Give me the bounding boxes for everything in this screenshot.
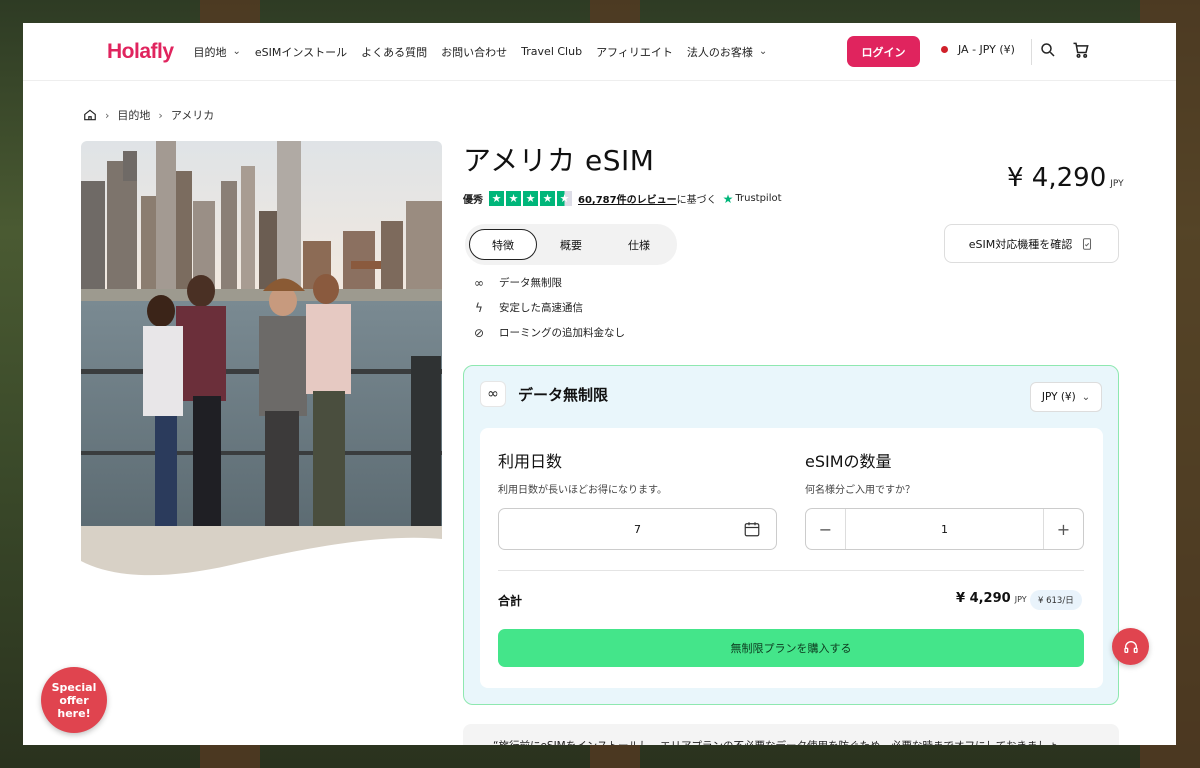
nav-affiliate[interactable]: アフィリエイト — [596, 44, 673, 60]
language-currency-selector[interactable]: JA - JPY (¥) — [941, 43, 1015, 56]
chevron-down-icon: ⌄ — [232, 46, 241, 57]
main-nav: 目的地 ⌄ eSIMインストール よくある質問 お問い合わせ Travel Clu… — [194, 44, 782, 60]
device-check-icon — [1083, 237, 1092, 250]
product-tabs: 特徴 概要 仕様 — [465, 224, 677, 265]
holafly-logo[interactable]: Holafly — [107, 40, 174, 64]
trustpilot-star-icon: ★ — [722, 191, 734, 206]
chevron-right-icon: › — [105, 108, 110, 122]
quantity-stepper: − 1 + — [805, 508, 1084, 550]
headset-icon — [1123, 640, 1138, 653]
home-icon[interactable] — [83, 108, 97, 122]
star-icon: ★ — [506, 191, 521, 206]
feature-list: ∞ データ無制限 ϟ 安定した高速通信 ⊘ ローミングの追加料金なし — [471, 275, 625, 340]
qty-label: eSIMの数量 — [805, 452, 892, 471]
star-icon: ★ — [523, 191, 538, 206]
product-price: ¥ 4,290 JPY — [1007, 163, 1124, 193]
trustpilot-logo[interactable]: ★ Trustpilot — [723, 192, 782, 206]
chevron-down-icon: ⌄ — [758, 46, 768, 57]
chevron-right-icon: › — [158, 108, 163, 122]
nav-contact[interactable]: お問い合わせ — [441, 44, 507, 60]
plan-header: ∞ データ無制限 — [480, 381, 608, 407]
nav-esim-install[interactable]: eSIMインストール — [255, 44, 347, 60]
half-star-icon: ★ — [557, 191, 572, 206]
days-label: 利用日数 — [498, 452, 563, 471]
check-compatibility-button[interactable]: eSIM対応機種を確認 — [944, 224, 1119, 263]
total-price: ¥ 4,290 JPY — [956, 591, 1027, 606]
currency-select[interactable]: JPY (¥) ⌄ — [1030, 382, 1102, 412]
site-header: Holafly 目的地 ⌄ eSIMインストール よくある質問 お問い合わせ Tr… — [23, 23, 1176, 81]
special-offer-button[interactable]: Special offer here! — [41, 667, 107, 733]
star-icon: ★ — [489, 191, 504, 206]
increase-quantity-button[interactable]: + — [1043, 509, 1083, 549]
per-day-badge: ¥ 613/日 — [1030, 590, 1082, 610]
decrease-quantity-button[interactable]: − — [806, 509, 846, 549]
product-hero-photo — [81, 141, 442, 576]
trustpilot-rating: 優秀 ★ ★ ★ ★ ★ 60,787件のレビューに基づく ★ Trustpilo… — [463, 191, 782, 206]
reviews-link[interactable]: 60,787件のレビュー — [578, 195, 677, 206]
header-divider — [1031, 39, 1032, 65]
product-title: アメリカ eSIM — [463, 144, 655, 177]
calendar-icon[interactable] — [743, 520, 761, 538]
cart-icon[interactable] — [1071, 40, 1091, 60]
no-roaming-icon: ⊘ — [473, 325, 485, 340]
chat-support-button[interactable] — [1112, 628, 1149, 665]
install-tip-note: “旅行前にeSIMをインストールし、エリアプランの不必要なデータ使用を防ぐため、… — [463, 724, 1119, 745]
feature-item: ∞ データ無制限 — [471, 275, 625, 290]
rating-label: 優秀 — [463, 195, 483, 206]
infinity-icon: ∞ — [480, 381, 506, 407]
nav-faq[interactable]: よくある質問 — [361, 44, 427, 60]
login-button[interactable]: ログイン — [847, 36, 920, 67]
quantity-value[interactable]: 1 — [846, 523, 1043, 536]
divider — [498, 570, 1084, 571]
nav-travel-club[interactable]: Travel Club — [521, 45, 582, 58]
days-sub: 利用日数が長いほどお得になります。 — [498, 485, 667, 496]
tab-overview[interactable]: 概要 — [537, 229, 605, 260]
plan-options: 利用日数 利用日数が長いほどお得になります。 7 eSIMの数量 何名様分ご入用… — [480, 428, 1103, 688]
infinity-icon: ∞ — [474, 275, 484, 290]
nav-destinations[interactable]: 目的地 ⌄ — [194, 44, 241, 60]
feature-item: ϟ 安定した高速通信 — [471, 300, 625, 315]
buy-unlimited-plan-button[interactable]: 無制限プランを購入する — [498, 629, 1084, 667]
qty-sub: 何名様分ご入用ですか？ — [805, 485, 915, 496]
japan-flag-icon — [941, 46, 948, 53]
tab-specs[interactable]: 仕様 — [605, 229, 673, 260]
chevron-down-icon: ⌄ — [1081, 391, 1091, 403]
breadcrumb-current: アメリカ — [170, 109, 215, 122]
feature-item: ⊘ ローミングの追加料金なし — [471, 325, 625, 340]
plan-card: ∞ データ無制限 JPY (¥) ⌄ 利用日数 利用日数が長いほどお得になります… — [463, 365, 1119, 705]
total-label: 合計 — [498, 594, 523, 608]
plan-title: データ無制限 — [518, 385, 609, 404]
rating-stars: ★ ★ ★ ★ ★ — [489, 191, 572, 206]
days-input[interactable]: 7 — [498, 508, 777, 550]
search-icon[interactable] — [1039, 41, 1057, 59]
nav-business[interactable]: 法人のお客様 ⌄ — [687, 44, 767, 60]
breadcrumb-destinations[interactable]: 目的地 — [117, 107, 150, 123]
bolt-icon: ϟ — [475, 300, 483, 315]
tab-features[interactable]: 特徴 — [469, 229, 537, 260]
star-icon: ★ — [540, 191, 555, 206]
browser-page: Holafly 目的地 ⌄ eSIMインストール よくある質問 お問い合わせ Tr… — [23, 23, 1176, 745]
breadcrumb: › 目的地 › アメリカ — [83, 107, 214, 123]
